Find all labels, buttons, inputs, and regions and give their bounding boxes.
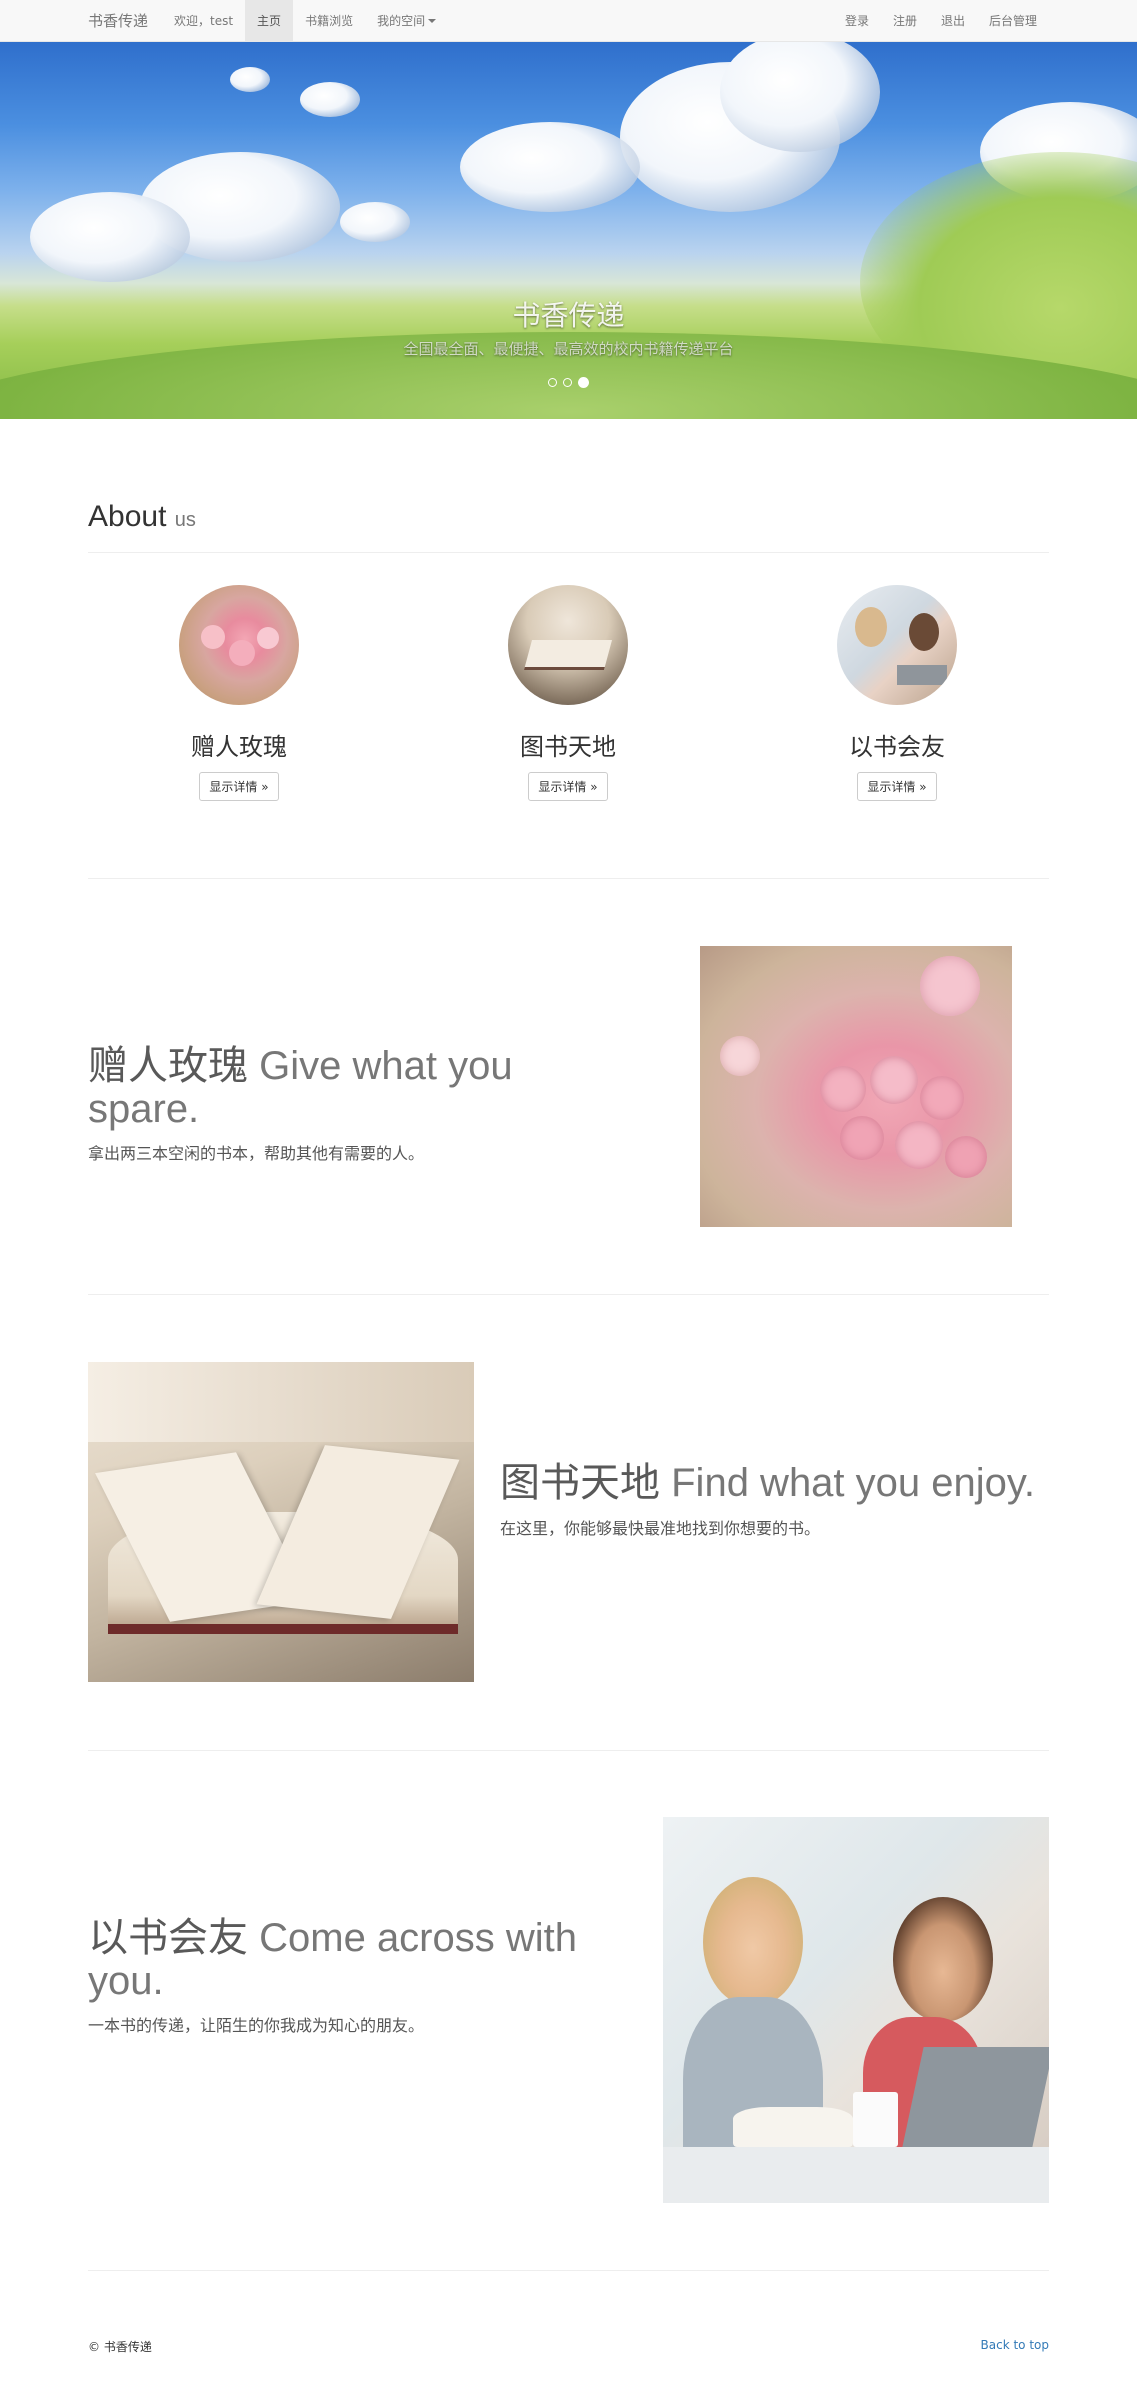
about-column: 赠人玫瑰 显示详情 » xyxy=(79,585,399,801)
brand-logo[interactable]: 书香传递 xyxy=(88,0,148,42)
nav-login[interactable]: 登录 xyxy=(833,0,881,42)
featurette-lead: 在这里，你能够最快最准地找到你想要的书。 xyxy=(500,1519,821,1538)
show-details-button[interactable]: 显示详情 » xyxy=(528,772,608,801)
caret-down-icon xyxy=(428,19,437,23)
show-details-button[interactable]: 显示详情 » xyxy=(857,772,937,801)
open-book-photo xyxy=(88,1362,474,1682)
carousel-indicator[interactable] xyxy=(548,378,557,387)
featurette-heading-main: 图书天地 xyxy=(500,1461,660,1505)
divider xyxy=(88,1750,1049,1751)
back-to-top-link[interactable]: Back to top xyxy=(981,2338,1049,2352)
nav-right: 登录 注册 退出 后台管理 xyxy=(833,0,1049,42)
divider xyxy=(88,1294,1049,1295)
carousel-indicator-active[interactable] xyxy=(578,377,589,388)
nav-register[interactable]: 注册 xyxy=(881,0,929,42)
top-navbar: 书香传递 欢迎，test 主页 书籍浏览 我的空间 登录 注册 退出 后台管理 xyxy=(0,0,1137,42)
carousel-subtitle: 全国最全面、最便捷、最高效的校内书籍传递平台 xyxy=(403,340,734,358)
cloud-shape xyxy=(720,42,880,152)
about-heading-main: About xyxy=(88,500,167,533)
nav-logout[interactable]: 退出 xyxy=(929,0,977,42)
divider xyxy=(88,2270,1049,2271)
cloud-shape xyxy=(300,82,360,117)
about-column: 以书会友 显示详情 » xyxy=(737,585,1057,801)
about-column-title: 图书天地 xyxy=(520,733,616,761)
nav-home[interactable]: 主页 xyxy=(245,0,294,42)
divider xyxy=(88,552,1049,553)
featurette-lead: 拿出两三本空闲的书本，帮助其他有需要的人。 xyxy=(88,1144,425,1163)
hero-carousel[interactable]: 书香传递 全国最全面、最便捷、最高效的校内书籍传递平台 xyxy=(0,42,1137,419)
roses-photo xyxy=(179,585,299,705)
featurette-lead: 一本书的传递，让陌生的你我成为知心的朋友。 xyxy=(88,2016,425,2035)
cloud-shape xyxy=(30,192,190,282)
carousel-title: 书香传递 xyxy=(512,299,625,332)
featurette-heading: 赠人玫瑰 Give what you spare. xyxy=(88,1045,628,1131)
show-details-button[interactable]: 显示详情 » xyxy=(199,772,279,801)
nav-my-space[interactable]: 我的空间 xyxy=(365,0,448,42)
nav-my-space-label: 我的空间 xyxy=(377,14,426,28)
nav-welcome[interactable]: 欢迎，test xyxy=(162,0,245,42)
featurette-heading: 图书天地 Find what you enjoy. xyxy=(500,1462,1060,1505)
footer-copyright: © 书香传递 xyxy=(88,2340,152,2354)
about-column: 图书天地 显示详情 » xyxy=(408,585,728,801)
nav-admin[interactable]: 后台管理 xyxy=(977,0,1049,42)
nav-browse-books[interactable]: 书籍浏览 xyxy=(293,0,365,42)
divider xyxy=(88,878,1049,879)
cloud-shape xyxy=(230,67,270,92)
roses-photo xyxy=(700,946,1012,1227)
featurette-heading-main: 赠人玫瑰 xyxy=(88,1044,248,1088)
friends-photo xyxy=(837,585,957,705)
carousel-indicators xyxy=(0,377,1137,388)
featurette-heading: 以书会友 Come across with you. xyxy=(88,1917,628,2003)
about-column-title: 以书会友 xyxy=(849,733,945,761)
cloud-shape xyxy=(460,122,640,212)
friends-photo xyxy=(663,1817,1049,2203)
carousel-indicator[interactable] xyxy=(563,378,572,387)
open-book-photo xyxy=(508,585,628,705)
featurette-heading-muted: Find what you enjoy. xyxy=(671,1461,1036,1505)
cloud-shape xyxy=(340,202,410,242)
about-heading: About us xyxy=(88,500,196,534)
nav-left: 欢迎，test 主页 书籍浏览 我的空间 xyxy=(162,0,448,42)
about-column-title: 赠人玫瑰 xyxy=(191,733,287,761)
featurette-heading-main: 以书会友 xyxy=(88,1916,248,1960)
about-heading-small: us xyxy=(174,509,196,531)
